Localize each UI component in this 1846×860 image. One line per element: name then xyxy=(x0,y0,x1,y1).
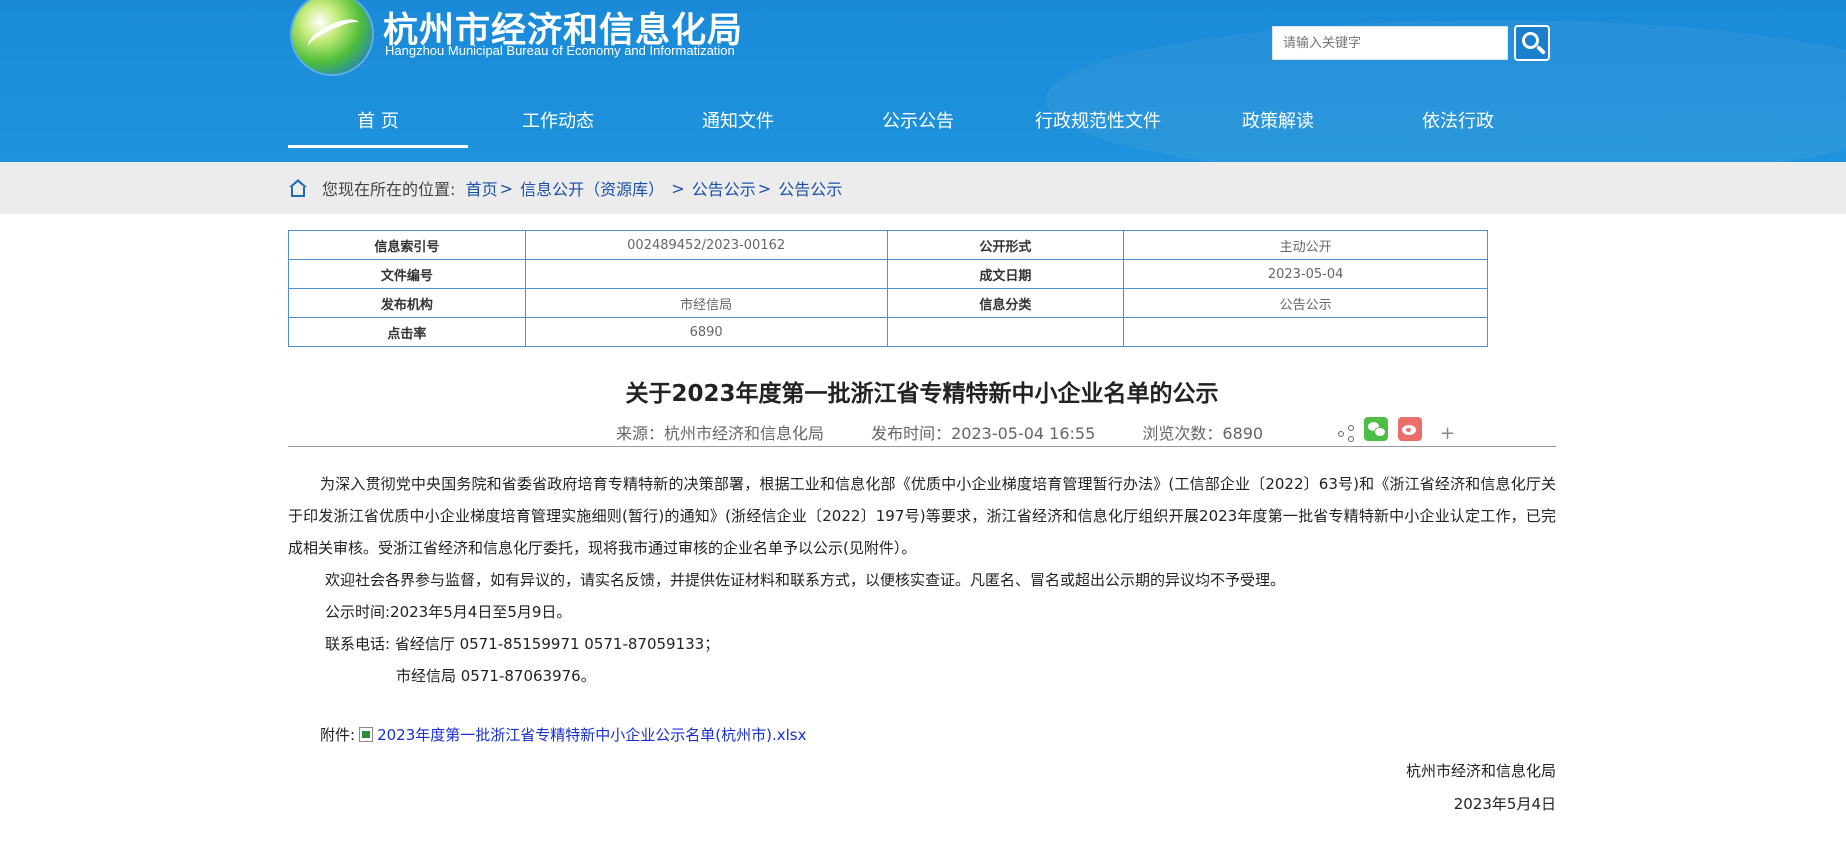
breadcrumb-label: 您现在所在的位置: xyxy=(322,180,456,199)
article-meta: 来源：杭州市经济和信息化局 发布时间：2023-05-04 16:55 浏览次数… xyxy=(616,420,1305,444)
meta-key: 点击率 xyxy=(288,317,526,347)
article-publish-time: 发布时间：2023-05-04 16:55 xyxy=(871,424,1096,443)
article-paragraph: 为深入贯彻党中央国务院和省委省政府培育专精特新的决策部署，根据工业和信息化部《优… xyxy=(288,475,1556,557)
article-source: 来源：杭州市经济和信息化局 xyxy=(616,424,825,443)
signer: 杭州市经济和信息化局 xyxy=(1405,762,1556,780)
table-row: 发布机构 市经信局 信息分类 公告公示 xyxy=(288,288,1488,318)
breadcrumb-bar xyxy=(0,162,1846,214)
meta-key: 发布机构 xyxy=(288,288,526,318)
meta-value: 002489452/2023-00162 xyxy=(524,230,888,260)
attachment-label: 附件: xyxy=(320,726,356,744)
article-paragraph: 联系电话: 省经信厅 0571-85159971 0571-87059133； xyxy=(325,635,720,653)
meta-key xyxy=(886,317,1125,347)
breadcrumb-separator: > xyxy=(499,178,513,198)
article-title: 关于2023年度第一批浙江省专精特新中小企业名单的公示 xyxy=(625,381,1219,407)
article-paragraph: 市经信局 0571-87063976。 xyxy=(396,667,596,685)
table-row: 点击率 6890 xyxy=(288,317,1488,347)
breadcrumb-current[interactable]: 公告公示 xyxy=(778,176,842,200)
home-icon xyxy=(288,178,308,198)
meta-key: 信息分类 xyxy=(886,288,1125,318)
table-row: 信息索引号 002489452/2023-00162 公开形式 主动公开 xyxy=(288,230,1488,260)
search-button[interactable] xyxy=(1514,25,1550,61)
article-body: 为深入贯彻党中央国务院和省委省政府培育专精特新的决策部署，根据工业和信息化部《优… xyxy=(288,468,1556,692)
site-subtitle: Hangzhou Municipal Bureau of Economy and… xyxy=(385,43,735,58)
sign-date: 2023年5月4日 xyxy=(1453,795,1556,813)
site-header: 杭州市经济和信息化局 Hangzhou Municipal Bureau of … xyxy=(0,0,1846,162)
breadcrumb: 您现在所在的位置: 首页 > 信息公开（资源库） > 公告公示 > 公告公示 xyxy=(288,176,842,200)
meta-value: 2023-05-04 xyxy=(1123,259,1488,289)
nav-item-work-news[interactable]: 工作动态 xyxy=(468,100,648,148)
weibo-icon[interactable] xyxy=(1398,417,1422,441)
nav-item-law-administration[interactable]: 依法行政 xyxy=(1368,100,1548,148)
article-paragraph: 欢迎社会各界参与监督，如有异议的，请实名反馈，并提供佐证材料和联系方式，以便核实… xyxy=(325,571,1286,589)
nav-item-home[interactable]: 首 页 xyxy=(288,100,468,148)
plus-icon[interactable]: + xyxy=(1440,425,1455,443)
breadcrumb-separator: > xyxy=(671,178,685,198)
nav-item-notices[interactable]: 通知文件 xyxy=(648,100,828,148)
share-bar: + xyxy=(1338,414,1455,444)
nav-item-policy-interpretation[interactable]: 政策解读 xyxy=(1188,100,1368,148)
breadcrumb-separator: > xyxy=(757,178,772,198)
meta-value: 6890 xyxy=(524,317,888,347)
nav-item-announcements[interactable]: 公示公告 xyxy=(828,100,1008,148)
xlsx-file-icon xyxy=(359,727,374,742)
attachment: 附件: 2023年度第一批浙江省专精特新中小企业公示名单(杭州市).xlsx xyxy=(320,724,806,745)
main-nav: 首 页 工作动态 通知文件 公示公告 行政规范性文件 政策解读 依法行政 xyxy=(288,100,1548,148)
meta-key: 公开形式 xyxy=(886,230,1125,260)
meta-value: 市经信局 xyxy=(524,288,888,318)
logo-icon[interactable] xyxy=(292,0,372,74)
meta-key: 成文日期 xyxy=(886,259,1125,289)
info-meta-table: 信息索引号 002489452/2023-00162 公开形式 主动公开 文件编… xyxy=(288,230,1488,347)
table-row: 文件编号 成文日期 2023-05-04 xyxy=(288,259,1488,289)
meta-value: 公告公示 xyxy=(1123,288,1488,318)
meta-value xyxy=(524,259,888,289)
share-icon[interactable] xyxy=(1338,425,1356,443)
search-input[interactable] xyxy=(1273,27,1507,59)
nav-item-normative-docs[interactable]: 行政规范性文件 xyxy=(1008,100,1188,148)
meta-value: 主动公开 xyxy=(1123,230,1488,260)
breadcrumb-info-public[interactable]: 信息公开（资源库） xyxy=(520,176,664,200)
breadcrumb-announcements[interactable]: 公告公示 xyxy=(692,176,756,200)
attachment-link[interactable]: 2023年度第一批浙江省专精特新中小企业公示名单(杭州市).xlsx xyxy=(377,724,806,745)
title-divider xyxy=(288,446,1556,447)
article-paragraph: 公示时间:2023年5月4日至5月9日。 xyxy=(325,603,572,621)
wechat-icon[interactable] xyxy=(1364,417,1388,441)
meta-key: 信息索引号 xyxy=(288,230,526,260)
article-view-count: 浏览次数：6890 xyxy=(1142,424,1264,443)
meta-key: 文件编号 xyxy=(288,259,526,289)
meta-value xyxy=(1123,317,1488,347)
breadcrumb-home[interactable]: 首页 xyxy=(466,176,498,200)
search-box xyxy=(1272,26,1508,60)
